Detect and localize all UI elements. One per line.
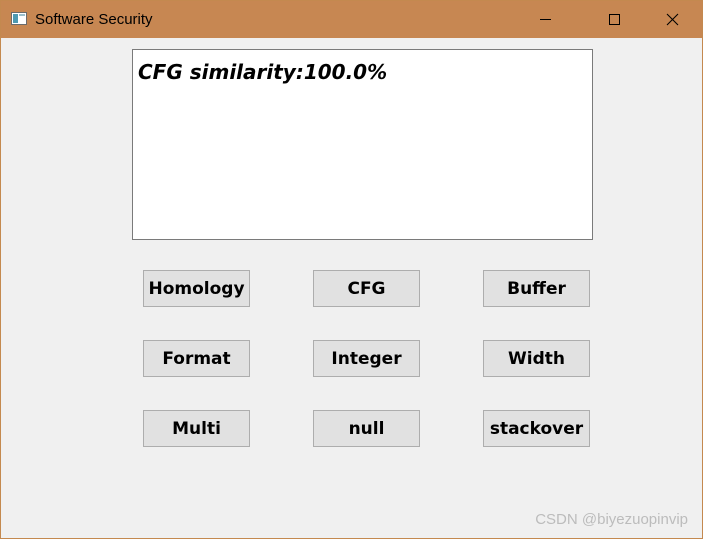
watermark: CSDN @biyezuopinvip — [535, 511, 688, 528]
maximize-icon — [609, 14, 620, 25]
maximize-button[interactable] — [591, 1, 637, 38]
window-title: Software Security — [35, 11, 153, 28]
homology-button[interactable]: Homology — [143, 270, 250, 307]
app-window-icon — [11, 12, 27, 25]
title-bar[interactable]: Software Security — [1, 1, 702, 38]
buffer-button[interactable]: Buffer — [483, 270, 590, 307]
null-button[interactable]: null — [313, 410, 420, 447]
format-button[interactable]: Format — [143, 340, 250, 377]
output-text-area[interactable]: CFG similarity:100.0% — [132, 49, 593, 240]
app-window: Software Security CFG similarity:100.0% … — [0, 0, 703, 539]
close-button[interactable] — [649, 1, 695, 38]
minimize-icon — [540, 19, 551, 20]
output-text: CFG similarity:100.0% — [138, 60, 388, 84]
cfg-button[interactable]: CFG — [313, 270, 420, 307]
stackover-button[interactable]: stackover — [483, 410, 590, 447]
width-button[interactable]: Width — [483, 340, 590, 377]
close-icon — [666, 13, 679, 26]
integer-button[interactable]: Integer — [313, 340, 420, 377]
minimize-button[interactable] — [522, 1, 568, 38]
multi-button[interactable]: Multi — [143, 410, 250, 447]
